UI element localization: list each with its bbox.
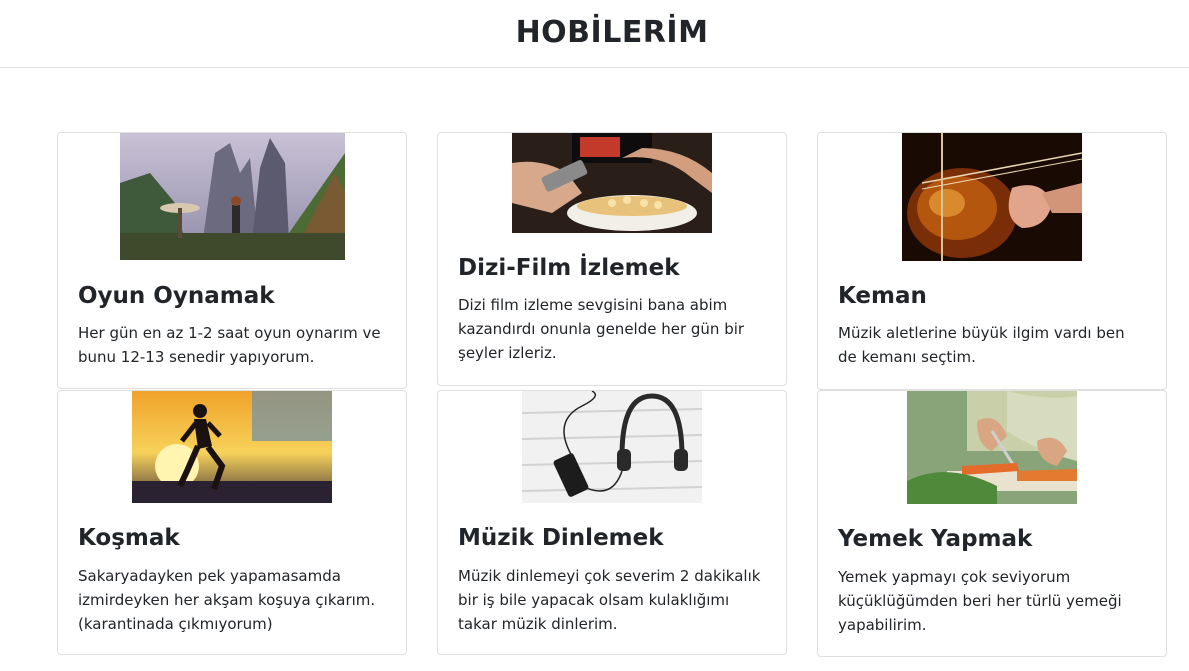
card-image-wrap [58, 133, 406, 260]
card-text: Müzik dinlemeyi çok severim 2 dakikalık … [458, 567, 761, 633]
card-text: Dizi film izleme sevgisini bana abim kaz… [458, 296, 745, 362]
page-header: HOBİLERİM [0, 0, 1189, 68]
card-image-wrap [818, 133, 1166, 261]
card-image-wrap [438, 391, 786, 503]
card-title: Yemek Yapmak [838, 526, 1033, 552]
card-image-wrap [818, 391, 1166, 504]
hobby-card-music: Müzik Dinlemek Müzik dinlemeyi çok sever… [437, 390, 787, 655]
hobby-card-running: Koşmak Sakaryadayken pek yapamasamda izm… [57, 390, 407, 655]
headphones-image [522, 391, 702, 503]
cooking-image [907, 391, 1077, 504]
card-title: Oyun Oynamak [78, 283, 275, 309]
card-title: Müzik Dinlemek [458, 525, 664, 551]
card-image-wrap [438, 133, 786, 233]
tv-popcorn-image [512, 133, 712, 233]
runner-image [132, 391, 332, 503]
game-image [119, 133, 345, 260]
card-text: Müzik aletlerine büyük ilgim vardı ben d… [838, 324, 1125, 366]
page-title: HOBİLERİM [515, 15, 709, 50]
card-title: Dizi-Film İzlemek [458, 255, 680, 281]
card-text: Sakaryadayken pek yapamasamda izmirdeyke… [78, 567, 376, 633]
hobby-card-cooking: Yemek Yapmak Yemek yapmayı çok seviyorum… [817, 390, 1167, 657]
violin-image [902, 133, 1082, 261]
hobby-card-gaming: Oyun Oynamak Her gün en az 1-2 saat oyun… [57, 132, 407, 389]
card-text: Yemek yapmayı çok seviyorum küçüklüğümde… [838, 568, 1122, 634]
hobby-card-tv: Dizi-Film İzlemek Dizi film izleme sevgi… [437, 132, 787, 386]
card-title: Koşmak [78, 525, 180, 551]
card-text: Her gün en az 1-2 saat oyun oynarım ve b… [78, 324, 381, 366]
card-title: Keman [838, 283, 927, 309]
card-image-wrap [58, 391, 406, 503]
hobby-card-violin: Keman Müzik aletlerine büyük ilgim vardı… [817, 132, 1167, 390]
